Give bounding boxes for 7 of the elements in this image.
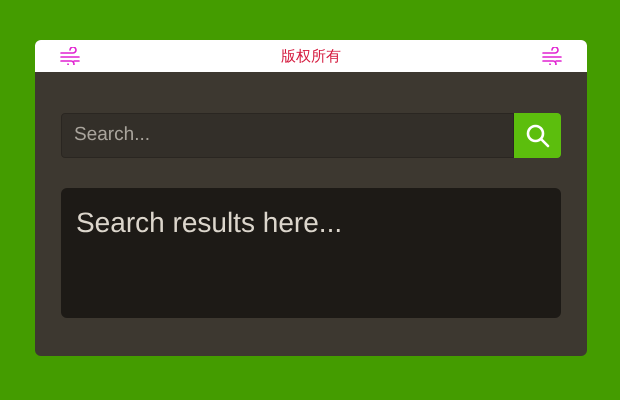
search-icon [524, 122, 550, 148]
wind-icon [541, 47, 563, 65]
results-text: Search results here... [76, 207, 342, 238]
search-button[interactable] [514, 113, 561, 158]
search-field[interactable]: Search... [61, 113, 514, 158]
header-title: 版权所有 [281, 46, 341, 67]
wind-icon [59, 47, 81, 65]
